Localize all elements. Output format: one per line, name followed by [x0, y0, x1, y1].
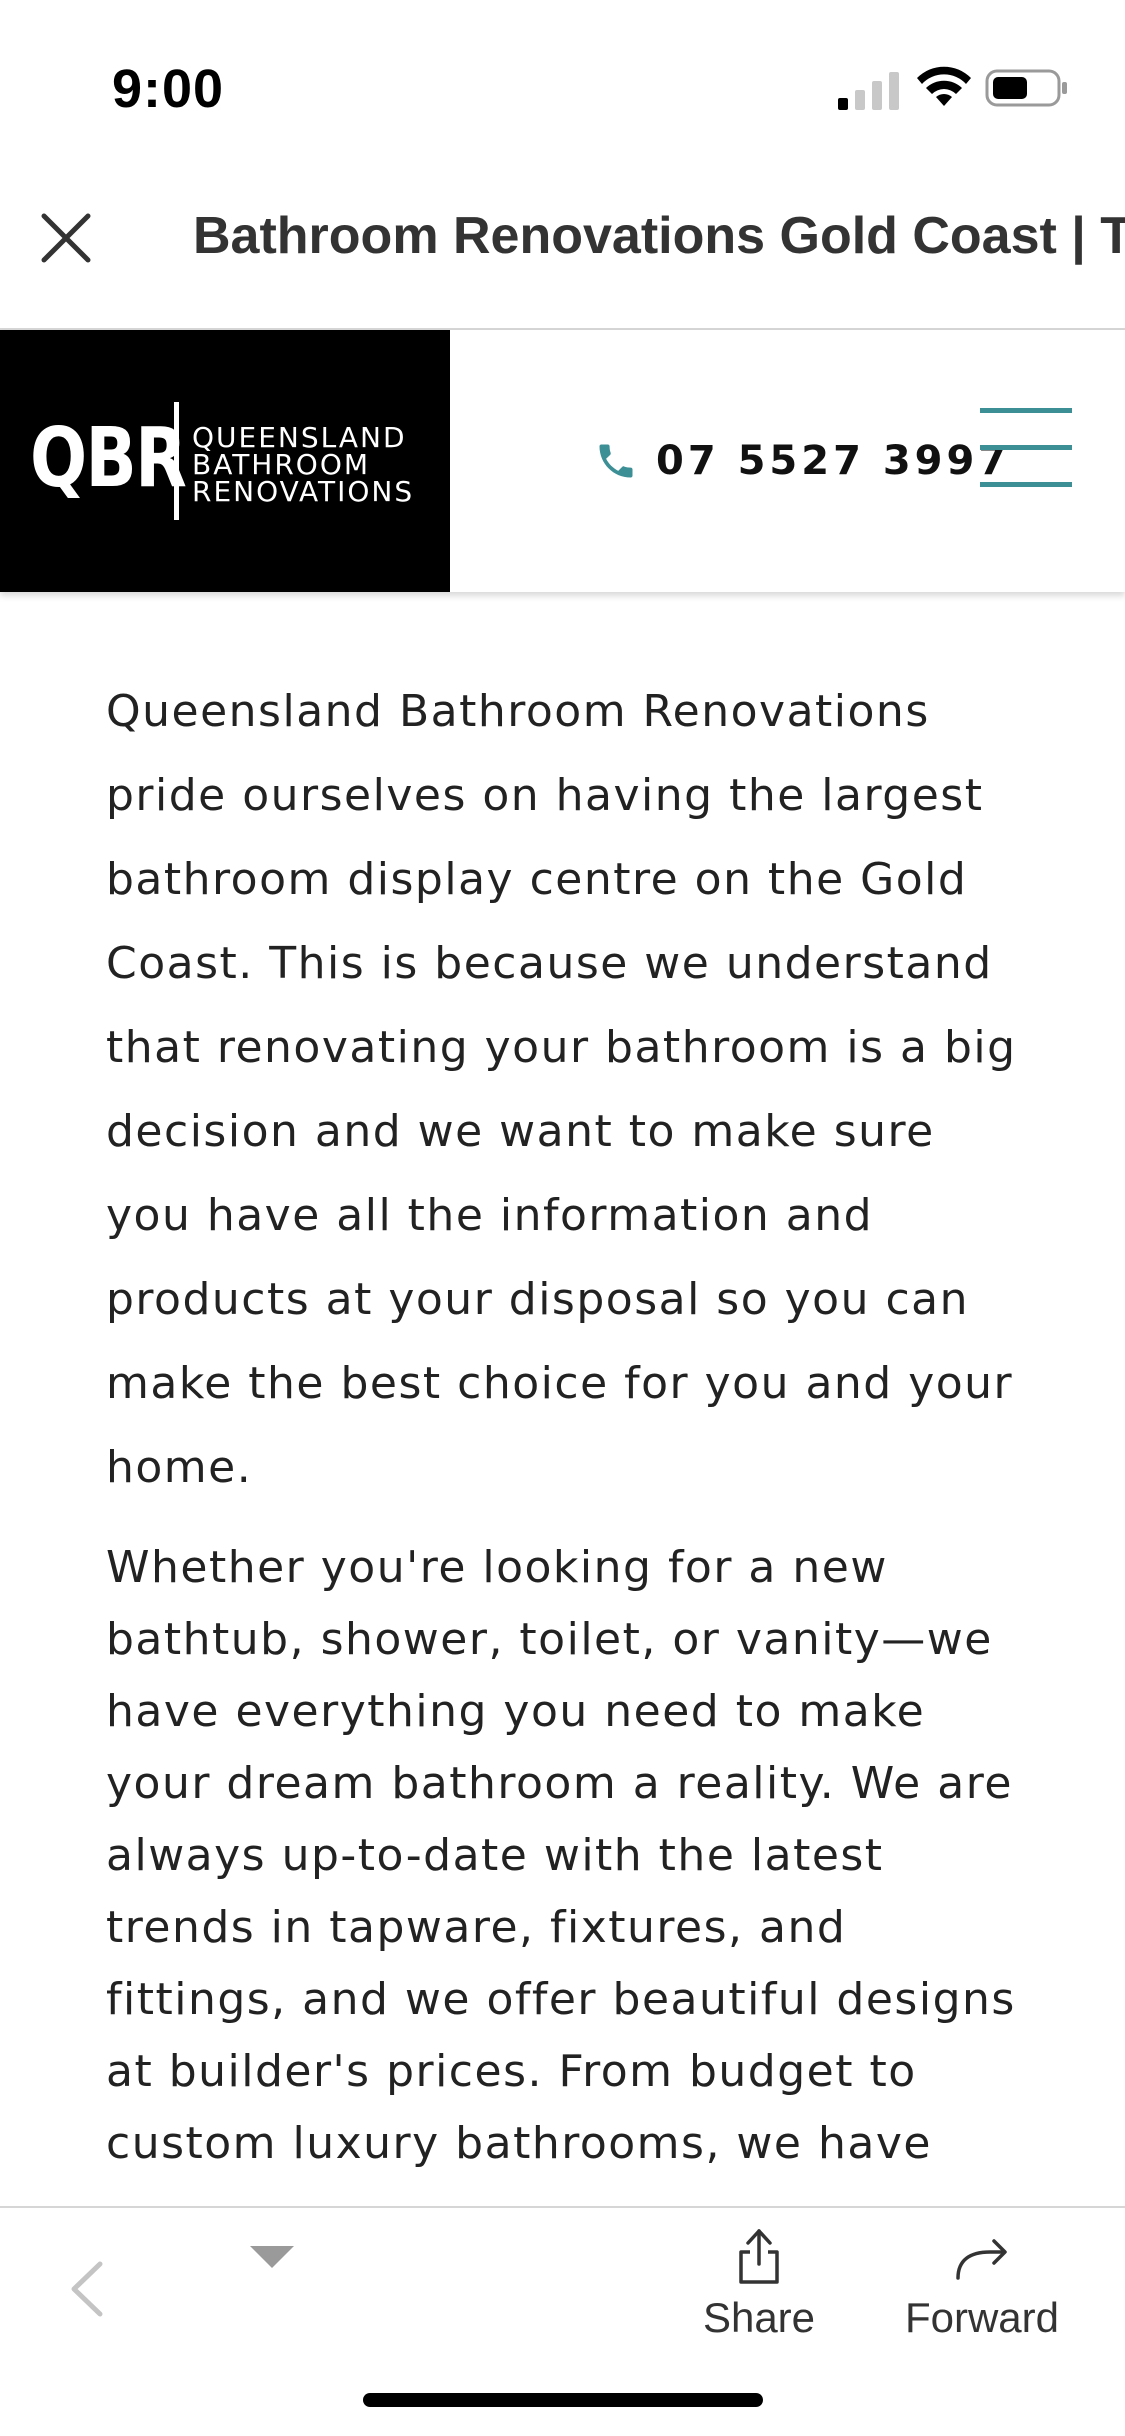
screen: 9:00 Bathroom Renovations Gold Coast | T — [0, 0, 1125, 2436]
close-icon — [41, 213, 91, 263]
share-icon — [739, 2229, 779, 2284]
forward-button[interactable]: Forward — [892, 2226, 1072, 2342]
battery-icon — [985, 69, 1067, 107]
status-time: 9:00 — [112, 59, 225, 119]
intro-paragraph: Queensland Bathroom Renovations pride ou… — [106, 686, 1017, 1493]
wifi-icon — [917, 66, 971, 106]
phone-icon — [599, 444, 633, 478]
close-button[interactable] — [30, 202, 102, 274]
logo-line-2: BATHROOM — [192, 448, 371, 481]
home-indicator[interactable] — [363, 2393, 763, 2407]
logo-line-3: RENOVATIONS — [192, 475, 415, 508]
forward-icon — [956, 2239, 1007, 2280]
page-title: Bathroom Renovations Gold Coast | T — [193, 207, 1125, 265]
logo-line-1: QUEENSLAND — [192, 421, 407, 454]
share-button[interactable]: Share — [694, 2226, 824, 2342]
logo-abbreviation: QBR — [30, 411, 187, 506]
phone-link[interactable]: 07 5527 3997 — [594, 438, 1010, 484]
browser-nav-bar: Bathroom Renovations Gold Coast | T — [0, 170, 1125, 330]
phone-number: 07 5527 3997 — [656, 438, 1011, 484]
products-paragraph: Whether you're looking for a new bathtub… — [106, 1542, 1016, 2169]
site-logo[interactable]: QBR QUEENSLAND BATHROOM RENOVATIONS — [0, 330, 450, 592]
menu-button[interactable] — [980, 408, 1072, 488]
logo-wordmark: QUEENSLAND BATHROOM RENOVATIONS — [192, 421, 415, 508]
triangle-down-icon[interactable] — [250, 2246, 294, 2270]
chevron-left-icon[interactable] — [64, 2258, 112, 2320]
share-label: Share — [702, 2294, 816, 2341]
status-bar: 9:00 — [0, 0, 1125, 170]
site-header: QBR QUEENSLAND BATHROOM RENOVATIONS 07 5… — [0, 330, 1125, 592]
logo-divider — [174, 402, 179, 520]
cellular-signal-icon — [838, 72, 899, 110]
page-content: Queensland Bathroom Renovations pride ou… — [106, 670, 1026, 2180]
forward-label: Forward — [904, 2294, 1060, 2341]
